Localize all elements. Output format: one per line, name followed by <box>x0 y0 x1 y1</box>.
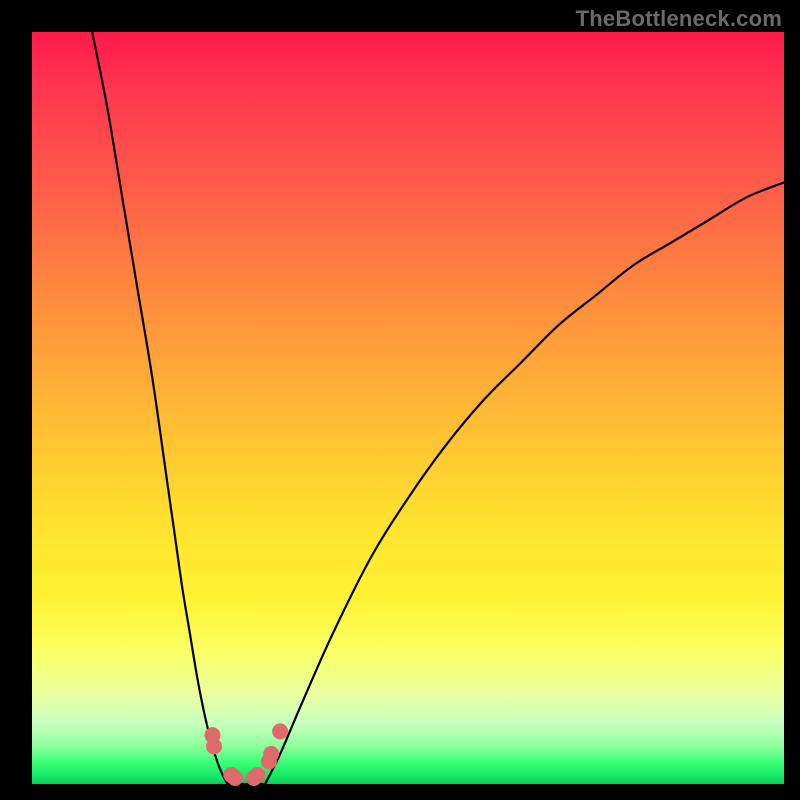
chart-frame: TheBottleneck.com <box>0 0 800 800</box>
data-marker <box>227 770 243 786</box>
data-marker <box>272 723 288 739</box>
watermark-text: TheBottleneck.com <box>576 6 782 32</box>
data-marker <box>263 746 279 762</box>
chart-svg <box>0 0 800 800</box>
data-marker <box>206 738 222 754</box>
data-marker <box>250 767 266 783</box>
bottleneck-curve <box>92 32 784 786</box>
